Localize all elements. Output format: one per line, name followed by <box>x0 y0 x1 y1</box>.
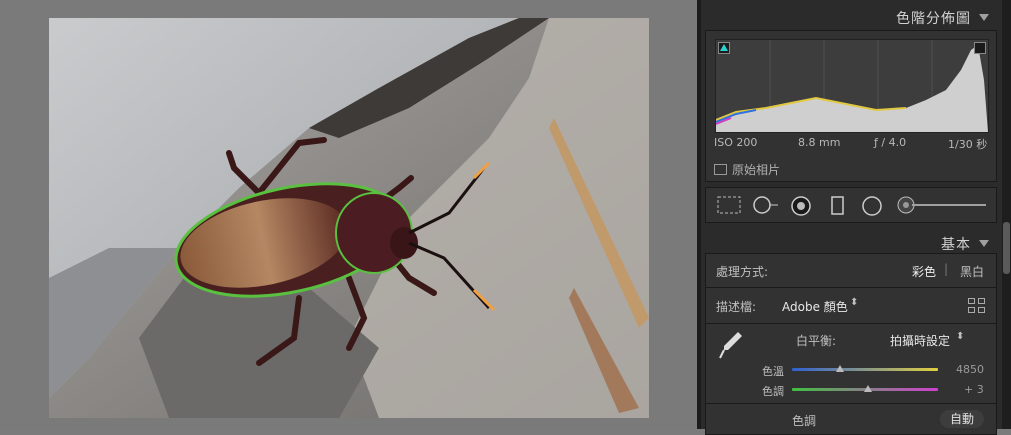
photo-preview[interactable] <box>49 18 649 418</box>
wb-arrows-icon[interactable]: ⬍ <box>956 331 964 342</box>
white-balance-group: 白平衡: 拍攝時設定 ⬍ 色溫 4850 色調 + 3 <box>705 323 997 405</box>
temp-value[interactable]: 4850 <box>956 363 984 376</box>
checkbox-icon[interactable] <box>714 164 727 175</box>
brush-size-slider[interactable] <box>912 204 986 206</box>
wb-select[interactable]: 拍攝時設定 <box>890 332 950 349</box>
tint-value[interactable]: + 3 <box>964 383 984 396</box>
insect-photo <box>49 18 649 418</box>
profile-select[interactable]: Adobe 顏色 <box>782 298 848 315</box>
histogram-title: 色階分佈圖 <box>896 11 971 27</box>
wb-label: 白平衡: <box>796 334 837 348</box>
highlight-clipping-icon[interactable] <box>974 42 986 54</box>
tone-row: 色調 自動 <box>705 403 997 435</box>
panel-scrollbar[interactable] <box>1002 0 1011 429</box>
tint-slider-thumb[interactable] <box>863 385 872 392</box>
temp-slider[interactable] <box>792 368 938 371</box>
tool-strip <box>705 187 997 223</box>
profile-browser-icon[interactable] <box>968 298 986 314</box>
collapse-triangle-icon[interactable] <box>979 14 989 21</box>
original-photo-toggle[interactable]: 原始相片 <box>714 161 780 178</box>
exif-iso: ISO 200 <box>714 136 758 149</box>
histogram-curve <box>715 40 988 132</box>
spot-removal-icon[interactable] <box>752 195 780 215</box>
treatment-color-option[interactable]: 彩色 <box>912 263 936 280</box>
profile-label: 描述檔: <box>716 300 757 314</box>
auto-tone-button[interactable]: 自動 <box>940 410 984 428</box>
exif-shutter: 1/30 秒 <box>948 138 988 151</box>
histogram-graph[interactable] <box>715 39 989 133</box>
histogram-panel: ISO 200 8.8 mm ƒ / 4.0 1/30 秒 原始相片 <box>705 30 997 182</box>
crop-tool-icon[interactable] <box>716 195 742 215</box>
tone-label: 色調 <box>792 414 817 428</box>
profile-row: 描述檔: Adobe 顏色 ⬍ <box>705 287 997 325</box>
exif-focal: 8.8 mm <box>798 136 841 149</box>
develop-right-panel: 色階分佈圖 ISO 200 8.8 mm ƒ / 4.0 1/30 秒 原始相片 <box>701 0 1011 435</box>
histogram-header[interactable]: 色階分佈圖 <box>701 4 1001 30</box>
treatment-separator: | <box>944 262 949 276</box>
temp-slider-thumb[interactable] <box>836 365 845 372</box>
scrollbar-thumb[interactable] <box>1003 222 1010 274</box>
basic-title: 基本 <box>941 237 971 253</box>
treatment-label: 處理方式: <box>716 265 769 279</box>
original-photo-label: 原始相片 <box>732 163 781 177</box>
profile-arrows-icon[interactable]: ⬍ <box>850 297 858 308</box>
red-eye-icon[interactable] <box>790 195 812 217</box>
graduated-filter-icon[interactable] <box>830 195 846 217</box>
collapse-triangle-icon[interactable] <box>979 240 989 247</box>
shadow-clipping-icon[interactable] <box>718 42 730 54</box>
radial-filter-icon[interactable] <box>860 195 884 217</box>
photo-canvas <box>0 0 697 429</box>
adjustment-brush-icon[interactable] <box>896 195 916 217</box>
temp-label: 色溫 <box>762 365 784 378</box>
treatment-row: 處理方式: 彩色 | 黑白 <box>705 253 997 289</box>
treatment-bw-option[interactable]: 黑白 <box>960 263 984 280</box>
tint-label: 色調 <box>762 385 784 398</box>
exif-aperture: ƒ / 4.0 <box>874 136 907 149</box>
eyedropper-icon[interactable] <box>716 328 746 362</box>
